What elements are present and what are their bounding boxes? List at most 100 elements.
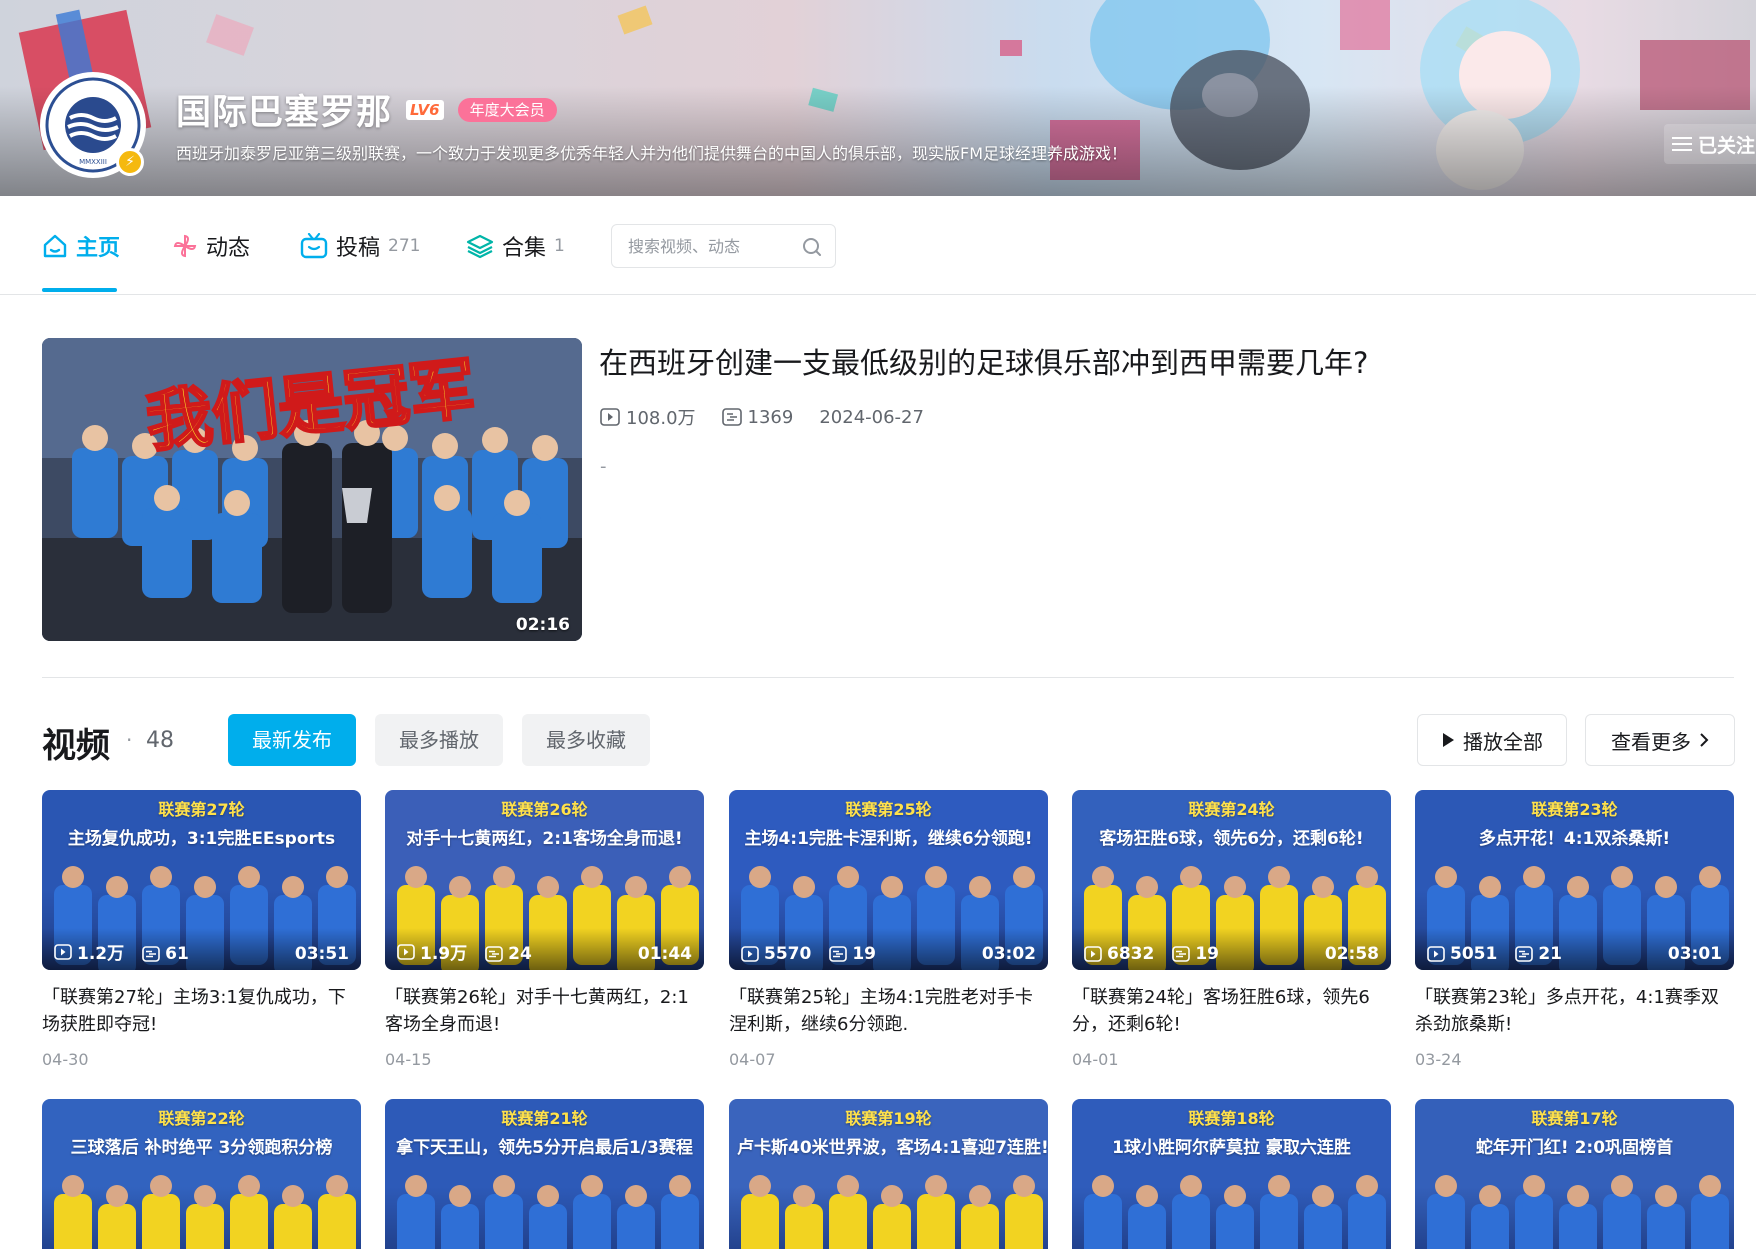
video-danmaku: 21 [1515, 944, 1562, 964]
video-views-value: 5051 [1450, 944, 1498, 964]
play-count-icon [600, 408, 620, 426]
video-views: 5051 [1427, 944, 1497, 964]
video-date: 04-30 [42, 1050, 89, 1069]
video-date: 03-24 [1415, 1050, 1462, 1069]
video-title[interactable]: 「联赛第24轮」客场狂胜6球，领先6分，还剩6轮! [1072, 984, 1391, 1038]
active-tab-indicator [42, 288, 117, 292]
video-views-value: 1.9万 [420, 944, 468, 964]
thumbnail-subtitle: 三球落后 补时绝平 3分领跑积分榜 [70, 1138, 333, 1158]
play-all-button[interactable]: 播放全部 [1417, 714, 1567, 766]
video-thumbnail[interactable]: 联赛第26轮 对手十七黄两红，2:1客场全身而退! 1.9万 24 01:44 [385, 790, 704, 970]
play-count-icon [397, 943, 415, 960]
filter-most-favorited[interactable]: 最多收藏 [522, 714, 650, 766]
video-thumbnail[interactable]: 联赛第18轮 1球小胜阿尔萨莫拉 豪取六连胜 [1072, 1099, 1391, 1249]
video-thumbnail[interactable]: 联赛第25轮 主场4:1完胜卡涅利斯，继续6分领跑! 5570 19 03:02 [729, 790, 1048, 970]
thumbnail-round: 联赛第21轮 [501, 1109, 588, 1128]
menu-icon [1672, 137, 1692, 151]
play-count-icon [1084, 946, 1102, 962]
video-thumbnail[interactable]: 联赛第22轮 三球落后 补时绝平 3分领跑积分榜 [42, 1099, 361, 1249]
danmaku-icon [485, 946, 503, 962]
tab-home[interactable]: 主页 [42, 226, 120, 266]
featured-views-value: 108.0万 [626, 408, 696, 429]
video-thumbnail[interactable]: 联赛第27轮 主场复仇成功，3:1完胜EEsports 1.2万 61 03:51 [42, 790, 361, 970]
video-danmaku: 61 [142, 944, 189, 964]
profile-name-row: 国际巴塞罗那 LV6 年度大会员 [176, 84, 557, 135]
play-all-label: 播放全部 [1463, 729, 1543, 754]
search-input[interactable] [612, 225, 792, 267]
tab-collections[interactable]: 合集 1 [466, 226, 565, 266]
verified-lightning-icon: ⚡ [116, 148, 144, 176]
thumbnail-round: 联赛第27轮 [158, 800, 245, 819]
video-danmaku-value: 24 [508, 944, 532, 964]
video-danmaku-value: 19 [1195, 944, 1219, 964]
thumbnail-stats: 6832 19 02:58 [1072, 928, 1391, 970]
thumbnail-subtitle: 主场4:1完胜卡涅利斯，继续6分领跑! [744, 829, 1033, 849]
tab-uploads[interactable]: 投稿 271 [300, 226, 420, 266]
video-thumbnail[interactable]: 联赛第17轮 蛇年开门红! 2:0巩固榜首 [1415, 1099, 1734, 1249]
filter-latest[interactable]: 最新发布 [228, 714, 356, 766]
profile-banner: MMXXIII ⚡ 国际巴塞罗那 LV6 年度大会员 西班牙加泰罗尼亚第三级别联… [0, 0, 1756, 196]
thumbnail-subtitle: 卢卡斯40米世界波，客场4:1喜迎7连胜! [737, 1138, 1048, 1158]
video-card[interactable]: 联赛第17轮 蛇年开门红! 2:0巩固榜首 [1415, 1099, 1734, 1249]
thumbnail-caption: 联赛第18轮 1球小胜阿尔萨莫拉 豪取六连胜 [1072, 1099, 1391, 1158]
thumbnail-stats: 5051 21 03:01 [1415, 928, 1734, 970]
video-card[interactable]: 联赛第18轮 1球小胜阿尔萨莫拉 豪取六连胜 [1072, 1099, 1391, 1249]
tab-dynamic[interactable]: 动态 [172, 226, 250, 266]
search-box [611, 224, 836, 268]
featured-date: 2024-06-27 [819, 406, 924, 428]
thumbnail-subtitle: 客场狂胜6球，领先6分，还剩6轮! [1099, 829, 1364, 849]
thumbnail-stats: 1.2万 61 03:51 [42, 928, 361, 970]
thumbnail-caption: 联赛第25轮 主场4:1完胜卡涅利斯，继续6分领跑! [729, 790, 1048, 849]
video-danmaku: 24 [485, 944, 532, 964]
video-danmaku: 19 [1172, 944, 1219, 964]
video-duration: 01:44 [637, 944, 692, 964]
video-card[interactable]: 联赛第22轮 三球落后 补时绝平 3分领跑积分榜 [42, 1099, 361, 1249]
videos-section-title: 视频 [42, 726, 110, 766]
video-card[interactable]: 联赛第26轮 对手十七黄两红，2:1客场全身而退! 1.9万 24 01:44 「联赛第2… [385, 790, 704, 1069]
video-thumbnail[interactable]: 联赛第24轮 客场狂胜6球，领先6分，还剩6轮! 6832 19 02:58 [1072, 790, 1391, 970]
section-divider [42, 677, 1734, 678]
video-card[interactable]: 联赛第27轮 主场复仇成功，3:1完胜EEsports 1.2万 61 03:51 「联赛… [42, 790, 361, 1069]
see-more-button[interactable]: 查看更多 [1585, 714, 1735, 766]
video-card[interactable]: 联赛第19轮卢卡斯40米世界波，客场4:1喜迎7连胜! [729, 1099, 1048, 1249]
videos-section-dot: · [126, 728, 133, 752]
level-badge: LV6 [406, 99, 444, 120]
video-thumbnail[interactable]: 联赛第21轮 拿下天王山，领先5分开启最后1/3赛程 [385, 1099, 704, 1249]
video-danmaku: 19 [829, 944, 876, 964]
thumbnail-stats: 1.9万 24 01:44 [385, 928, 704, 970]
video-card[interactable]: 联赛第25轮 主场4:1完胜卡涅利斯，继续6分领跑! 5570 19 03:02 「联赛第… [729, 790, 1048, 1069]
filter-most-played[interactable]: 最多播放 [375, 714, 503, 766]
follow-button[interactable]: 已关注 [1664, 124, 1756, 164]
video-views: 6832 [1084, 944, 1154, 964]
featured-video-meta: 108.0万 1369 2024-06-27 [600, 404, 950, 430]
video-card[interactable]: 联赛第24轮 客场狂胜6球，领先6分，还剩6轮! 6832 19 02:58 「联赛第24… [1072, 790, 1391, 1069]
video-danmaku-value: 19 [852, 944, 876, 964]
danmaku-icon [1172, 946, 1191, 962]
video-title[interactable]: 「联赛第23轮」多点开花，4:1赛季双杀劲旅桑斯! [1415, 984, 1734, 1038]
tab-collections-count: 1 [554, 236, 565, 256]
vip-badge[interactable]: 年度大会员 [457, 97, 557, 122]
thumbnail-caption: 联赛第23轮 多点开花！4:1双杀桑斯! [1415, 790, 1734, 849]
video-card[interactable]: 联赛第21轮 拿下天王山，领先5分开启最后1/3赛程 [385, 1099, 704, 1249]
video-thumbnail[interactable]: 联赛第23轮 多点开花！4:1双杀桑斯! 5051 21 03:01 [1415, 790, 1734, 970]
featured-views: 108.0万 [600, 404, 696, 430]
play-count-icon [741, 946, 759, 962]
video-views: 5570 [741, 944, 811, 964]
play-count-icon [1427, 946, 1445, 962]
video-card[interactable]: 联赛第23轮 多点开花！4:1双杀桑斯! 5051 21 03:01 「联赛第23轮」多点… [1415, 790, 1734, 1069]
home-icon [43, 234, 67, 258]
featured-duration: 02:16 [515, 615, 570, 635]
featured-video-thumbnail[interactable]: 我们是冠军 02:16 [42, 338, 582, 641]
thumbnail-round: 联赛第17轮 [1531, 1109, 1618, 1128]
featured-video-title[interactable]: 在西班牙创建一支最低级别的足球俱乐部冲到西甲需要几年? [599, 340, 1368, 382]
video-thumbnail[interactable]: 联赛第19轮卢卡斯40米世界波，客场4:1喜迎7连胜! [729, 1099, 1048, 1249]
video-title[interactable]: 「联赛第25轮」主场4:1完胜老对手卡涅利斯，继续6分领跑. [729, 984, 1048, 1038]
danmaku-icon [142, 946, 160, 962]
video-date: 04-07 [729, 1050, 776, 1069]
video-danmaku-value: 61 [165, 944, 189, 964]
search-icon[interactable] [801, 236, 823, 258]
thumbnail-round: 联赛第19轮 [845, 1109, 932, 1128]
video-title[interactable]: 「联赛第26轮」对手十七黄两红，2:1客场全身而退! [385, 984, 704, 1038]
video-title[interactable]: 「联赛第27轮」主场3:1复仇成功，下场获胜即夺冠! [42, 984, 361, 1038]
play-icon [1443, 733, 1454, 747]
